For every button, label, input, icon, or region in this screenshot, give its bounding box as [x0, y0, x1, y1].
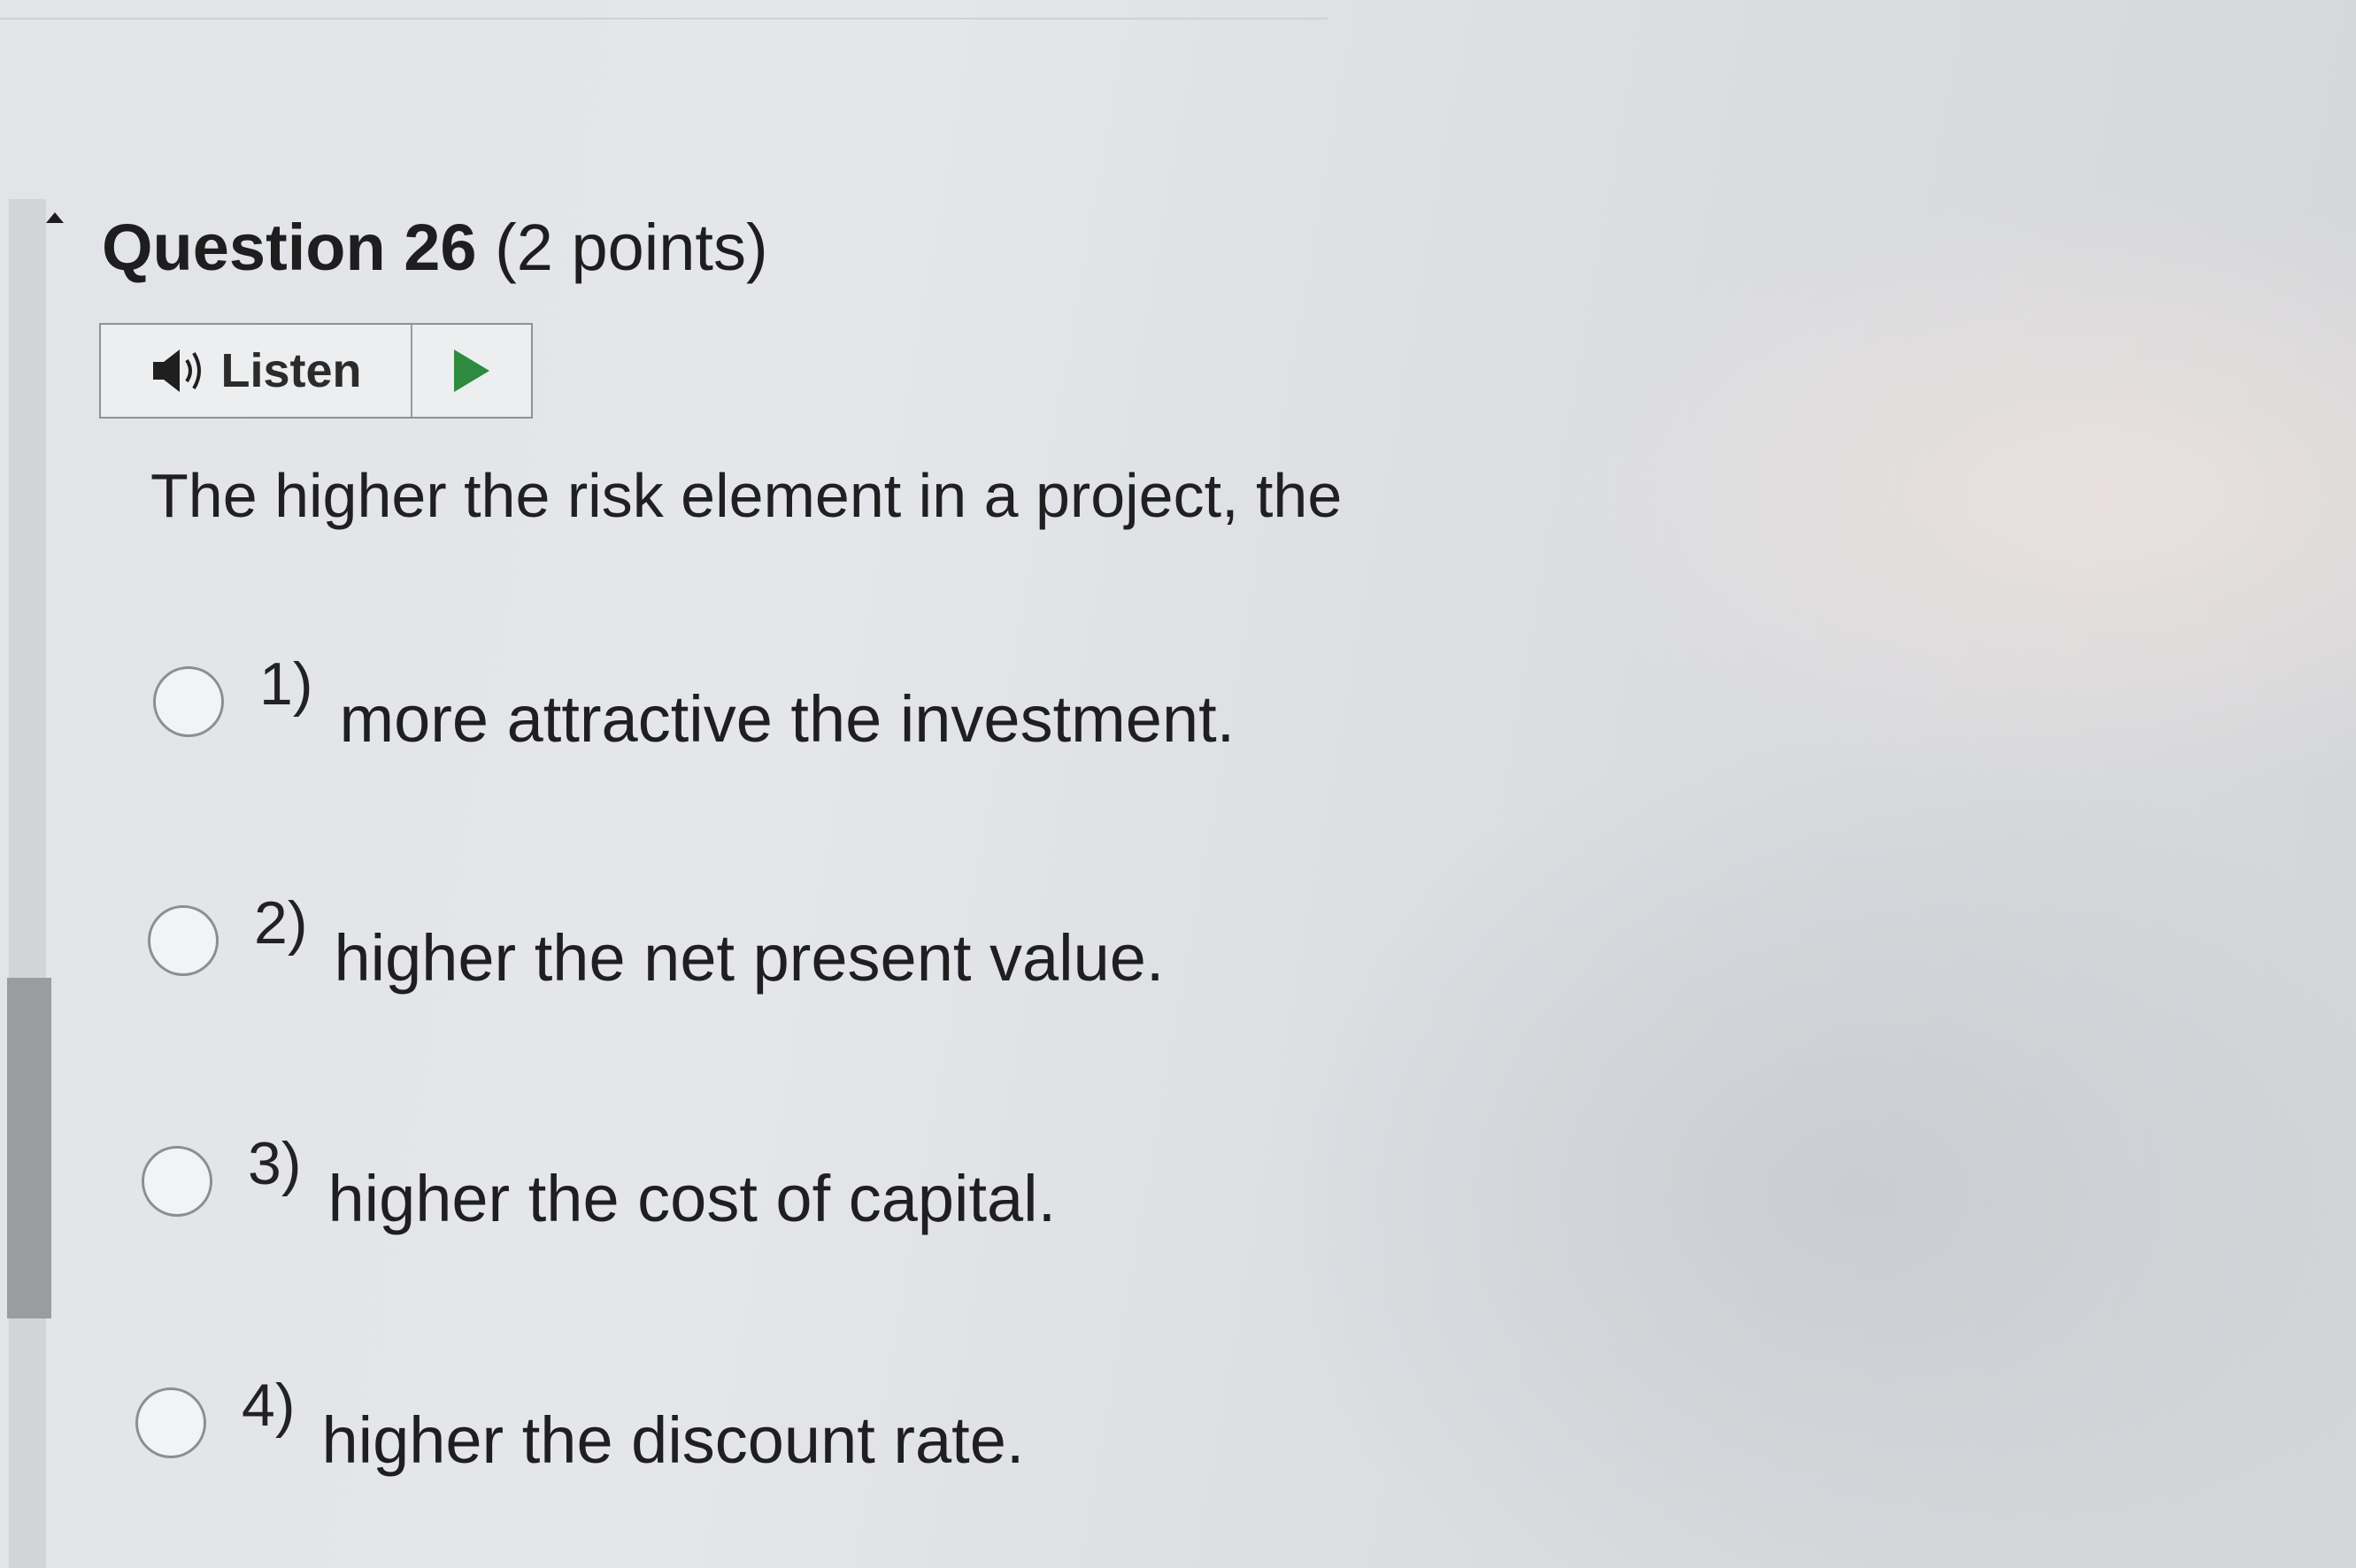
- option-number: 2): [254, 888, 308, 957]
- option-number: 4): [242, 1371, 296, 1439]
- answer-option-4[interactable]: 4) higher the discount rate.: [135, 1367, 1024, 1478]
- scrollbar-thumb[interactable]: [7, 978, 51, 1318]
- radio-button[interactable]: [153, 665, 224, 737]
- radio-button[interactable]: [135, 1387, 206, 1458]
- option-text[interactable]: higher the net present value.: [334, 920, 1164, 995]
- answer-option-2[interactable]: 2) higher the net present value.: [148, 885, 1164, 995]
- question-number: Question 26: [102, 211, 477, 284]
- question-text: The higher the risk element in a project…: [150, 461, 1343, 530]
- play-button[interactable]: [412, 325, 531, 417]
- option-text[interactable]: higher the cost of capital.: [327, 1161, 1056, 1236]
- option-text[interactable]: more attractive the investment.: [339, 681, 1235, 757]
- radio-button[interactable]: [148, 904, 219, 976]
- option-number: 1): [259, 649, 313, 718]
- option-text[interactable]: higher the discount rate.: [321, 1403, 1024, 1478]
- question-title: Question 26 (2 points): [102, 204, 768, 292]
- top-divider: [0, 18, 1328, 19]
- listen-widget: Listen: [99, 323, 533, 419]
- play-icon: [454, 350, 489, 392]
- listen-button[interactable]: Listen: [101, 325, 412, 417]
- option-number: 3): [248, 1129, 302, 1197]
- radio-button[interactable]: [142, 1145, 212, 1217]
- listen-label: Listen: [220, 344, 362, 397]
- answer-option-3[interactable]: 3) higher the cost of capital.: [142, 1126, 1056, 1236]
- scrollbar[interactable]: [9, 199, 46, 1568]
- speaker-icon: [153, 350, 202, 392]
- question-points: (2 points): [495, 211, 768, 284]
- scroll-up-arrow-icon[interactable]: [46, 212, 64, 223]
- answer-option-1[interactable]: 1) more attractive the investment.: [153, 646, 1235, 757]
